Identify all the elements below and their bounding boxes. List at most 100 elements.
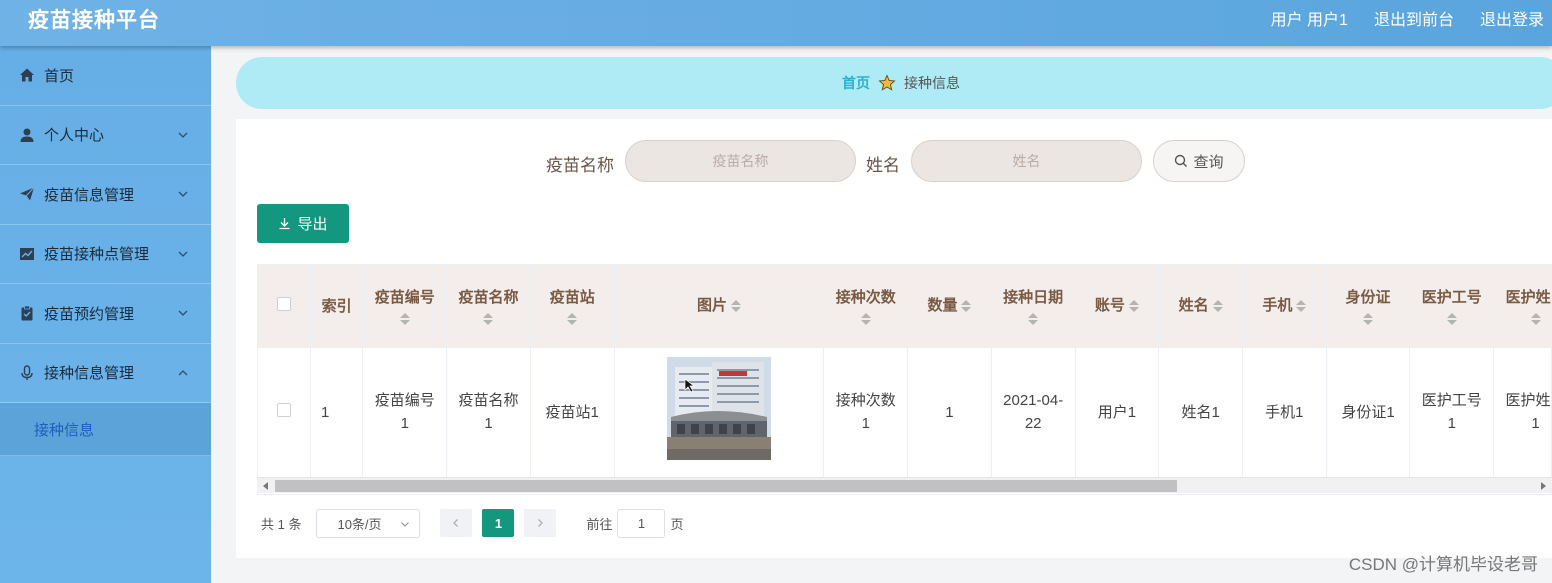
sidebar-item-label: 疫苗接种点管理 — [44, 246, 150, 264]
sort-icon[interactable] — [399, 313, 410, 326]
column-header[interactable]: 账号 — [1075, 265, 1160, 347]
cell-quantity: 1 — [907, 347, 992, 477]
sidebar-item-vaccine-info[interactable]: 疫苗信息管理 — [0, 165, 211, 225]
sidebar-item-personal-center[interactable]: 个人中心 — [0, 106, 211, 165]
export-button-label: 导出 — [297, 216, 328, 233]
column-header[interactable]: 疫苗名称 — [446, 265, 531, 347]
chevron-right-icon — [538, 519, 544, 527]
row-select-cell — [258, 347, 311, 477]
cell-staff-name: 医护姓名1 — [1493, 347, 1551, 477]
query-button-label: 查询 — [1193, 153, 1224, 171]
vaccine-name-label: 疫苗名称 — [546, 156, 614, 175]
send-icon — [18, 185, 36, 203]
sort-icon[interactable] — [961, 299, 972, 312]
chevron-down-icon — [178, 191, 188, 198]
sidebar-item-vaccination-site[interactable]: 疫苗接种点管理 — [0, 225, 211, 284]
column-header[interactable]: 身份证 — [1326, 265, 1411, 347]
scroll-left-icon[interactable] — [263, 482, 268, 490]
page-size-select[interactable]: 10条/页 — [316, 508, 421, 538]
sort-icon[interactable] — [483, 313, 494, 326]
sort-icon[interactable] — [1296, 299, 1307, 312]
prev-page-button[interactable] — [440, 509, 473, 537]
sidebar-item-vaccine-appointment[interactable]: 疫苗预约管理 — [0, 284, 211, 344]
sidebar-item-vaccination-info-mgmt[interactable]: 接种信息管理 — [0, 344, 211, 403]
cell-account: 用户1 — [1075, 347, 1160, 477]
user-icon — [18, 126, 36, 144]
export-button[interactable]: 导出 — [257, 204, 349, 243]
sort-icon[interactable] — [860, 313, 871, 326]
sort-icon[interactable] — [1128, 299, 1139, 312]
cell-vaccine-no: 疫苗编号1 — [362, 347, 448, 477]
sidebar: 首页 个人中心 疫苗信息管理 疫苗接种点管理 疫苗预约管理 接种信息管理 接种信… — [0, 46, 211, 583]
chevron-down-icon — [401, 521, 410, 527]
sort-icon[interactable] — [1530, 313, 1541, 326]
column-header: 索引 — [310, 265, 364, 347]
horizontal-scrollbar[interactable] — [257, 477, 1552, 493]
vaccination-site-photo[interactable] — [666, 357, 771, 461]
sort-icon[interactable] — [1446, 313, 1457, 326]
logout-link[interactable]: 退出登录 — [1480, 6, 1544, 30]
top-links: 用户 用户1 退出到前台 退出登录 — [1271, 6, 1544, 30]
sidebar-item-label: 首页 — [44, 67, 75, 85]
sidebar-item-label: 个人中心 — [44, 127, 105, 145]
column-header[interactable]: 疫苗编号 — [362, 265, 448, 347]
breadcrumb: 首页 接种信息 — [236, 57, 1552, 109]
page-suffix: 页 — [670, 516, 684, 532]
query-button[interactable]: 查询 — [1153, 140, 1245, 182]
column-header[interactable]: 疫苗站 — [530, 265, 615, 347]
sort-icon[interactable] — [567, 313, 578, 326]
breadcrumb-current: 接种信息 — [904, 75, 960, 91]
home-icon — [18, 66, 36, 84]
page-number-button[interactable]: 1 — [482, 509, 515, 537]
vaccine-name-input[interactable] — [625, 140, 856, 182]
top-header: 疫苗接种平台 用户 用户1 退出到前台 退出登录 — [0, 0, 1552, 46]
breadcrumb-home[interactable]: 首页 — [842, 73, 870, 93]
cell-vaccine-name: 疫苗名称1 — [446, 347, 531, 477]
column-header[interactable]: 图片 — [614, 265, 825, 347]
cell-date: 2021-04-22 — [991, 347, 1076, 477]
back-to-front-link[interactable]: 退出到前台 — [1374, 6, 1454, 30]
column-header[interactable]: 接种日期 — [991, 265, 1076, 347]
chevron-down-icon — [178, 310, 188, 317]
sidebar-item-home[interactable]: 首页 — [0, 46, 211, 106]
pagination: 共 1 条 10条/页 1 前往 页 — [261, 508, 684, 538]
chart-icon — [18, 245, 36, 263]
scrollbar-thumb[interactable] — [275, 480, 1177, 492]
cell-staff-no: 医护工号1 — [1409, 347, 1495, 477]
microphone-icon — [18, 364, 36, 382]
sort-icon[interactable] — [1028, 313, 1039, 326]
column-header[interactable]: 医护姓名 — [1493, 265, 1551, 347]
cell-name: 姓名1 — [1158, 347, 1243, 477]
search-icon — [1175, 154, 1188, 167]
goto-page-input[interactable] — [617, 508, 666, 538]
sort-icon[interactable] — [1212, 299, 1223, 312]
name-label: 姓名 — [866, 156, 900, 175]
next-page-button[interactable] — [524, 509, 557, 537]
data-table: 索引 疫苗编号 疫苗名称 疫苗站 图片 接种次数 数量 接种日期 账号 姓名 手… — [257, 264, 1552, 495]
total-count: 共 1 条 — [261, 516, 302, 532]
column-header[interactable]: 接种次数 — [823, 265, 909, 347]
app-title: 疫苗接种平台 — [28, 9, 160, 32]
watermark: CSDN @计算机毕设老哥 — [1348, 555, 1538, 574]
download-icon — [279, 218, 290, 230]
chevron-left-icon — [453, 519, 459, 527]
cell-phone: 手机1 — [1242, 347, 1327, 477]
sort-icon[interactable] — [730, 299, 741, 312]
column-header[interactable]: 手机 — [1242, 265, 1327, 347]
sidebar-subitem-vaccination-info[interactable]: 接种信息 — [0, 403, 211, 456]
column-header[interactable]: 数量 — [907, 265, 992, 347]
select-all-checkbox[interactable] — [276, 296, 291, 311]
current-user-label: 用户 用户1 — [1270, 12, 1348, 29]
cell-times: 接种次数1 — [823, 347, 909, 477]
row-checkbox[interactable] — [276, 402, 291, 417]
chevron-up-icon — [178, 369, 188, 376]
cell-image — [614, 347, 825, 477]
scroll-right-icon[interactable] — [1541, 482, 1546, 490]
column-header[interactable]: 医护工号 — [1409, 265, 1495, 347]
table-row: 1 疫苗编号1 疫苗名称1 疫苗站1 接种次数1 1 2021-04-22 用户… — [258, 347, 1551, 477]
column-header[interactable]: 姓名 — [1158, 265, 1243, 347]
sort-icon[interactable] — [1363, 313, 1374, 326]
name-input[interactable] — [911, 140, 1142, 182]
chevron-down-icon — [178, 132, 188, 138]
cell-id-card: 身份证1 — [1326, 347, 1411, 477]
